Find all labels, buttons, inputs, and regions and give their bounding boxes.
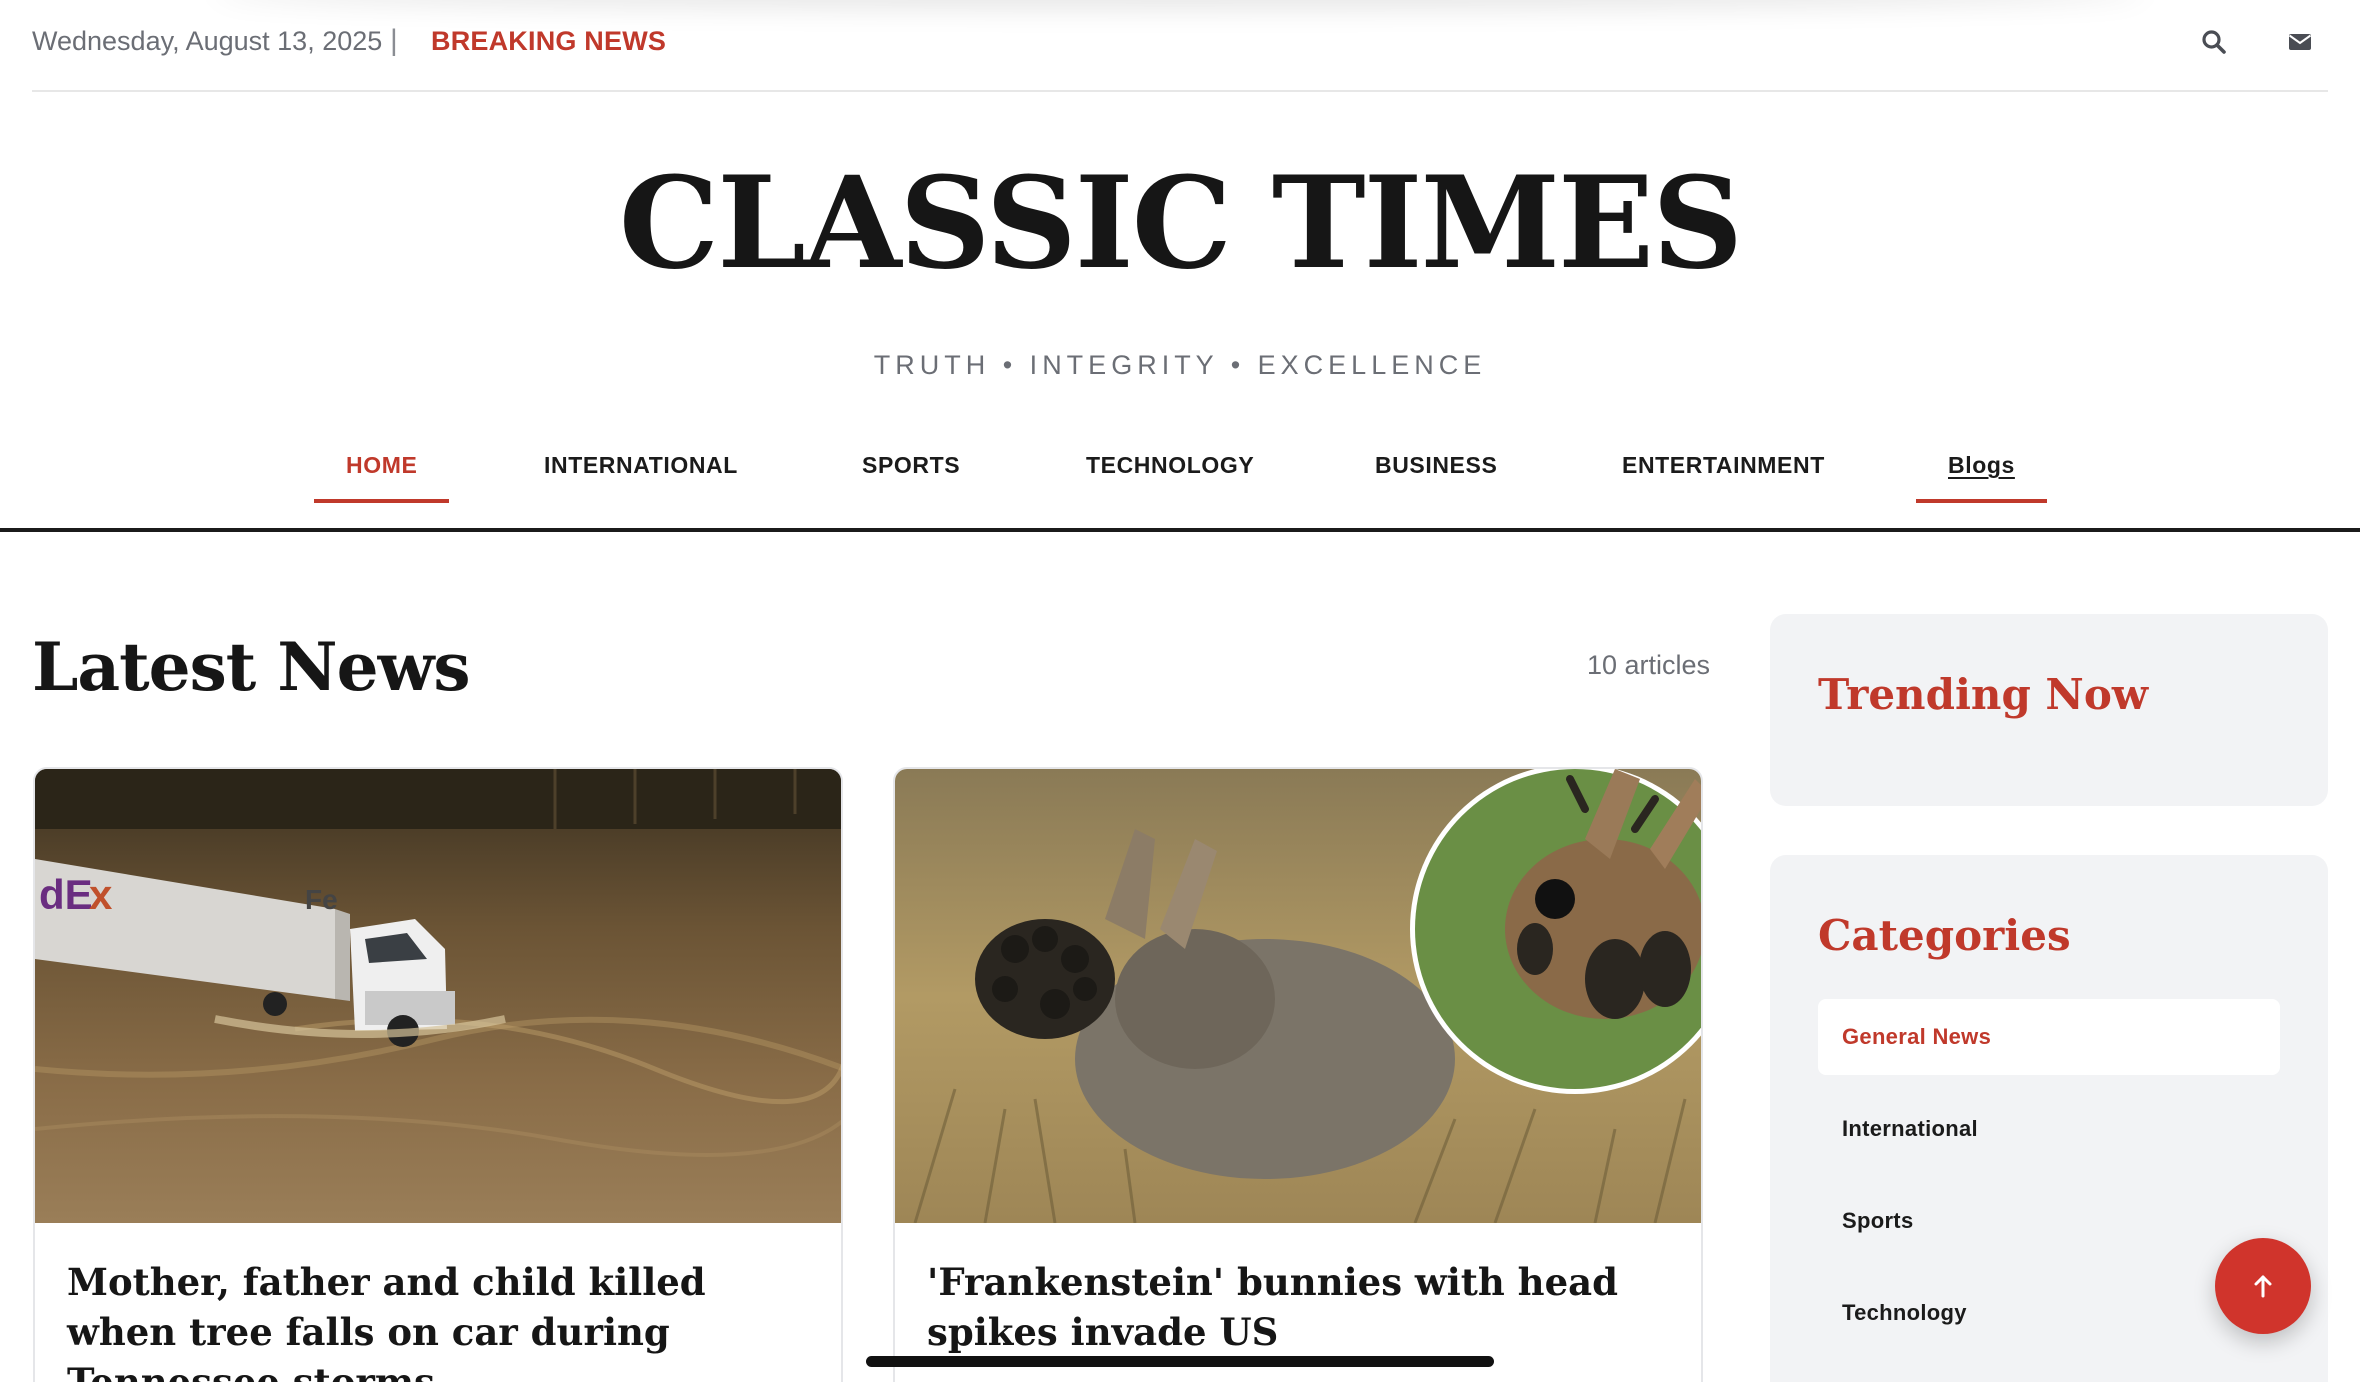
svg-text:x: x	[89, 871, 113, 918]
nav-label: TECHNOLOGY	[1086, 452, 1255, 478]
category-label: General News	[1842, 1024, 1992, 1049]
trending-heading: Trending Now	[1818, 670, 2148, 719]
main-nav: HOME INTERNATIONAL SPORTS TECHNOLOGY BUS…	[0, 440, 2360, 532]
trending-panel: Trending Now	[1770, 614, 2328, 806]
latest-news-heading: Latest News	[32, 628, 471, 706]
category-sports[interactable]: Sports	[1818, 1183, 2280, 1259]
nav-label: HOME	[346, 452, 418, 478]
nav-item-home[interactable]: HOME	[314, 452, 450, 503]
nav-label: INTERNATIONAL	[544, 452, 738, 478]
article-count: 10 articles	[1587, 650, 1711, 680]
nav-item-blogs[interactable]: Blogs	[1916, 452, 2047, 503]
article-card[interactable]: dE x Fe Mother, father and child killed …	[33, 767, 843, 1382]
home-indicator[interactable]	[866, 1356, 1494, 1367]
category-international[interactable]: International	[1818, 1091, 2280, 1167]
site-tagline: TRUTH • INTEGRITY • EXCELLENCE	[873, 350, 1487, 380]
breaking-news-link[interactable]: BREAKING NEWS	[431, 26, 666, 57]
nav-item-technology[interactable]: TECHNOLOGY	[1086, 452, 1254, 503]
nav-item-business[interactable]: BUSINESS	[1375, 452, 1497, 503]
top-bar-separator: |	[390, 24, 398, 57]
arrow-up-icon	[2254, 1275, 2272, 1298]
article-card[interactable]: 'Frankenstein' bunnies with head spikes …	[893, 767, 1703, 1382]
article-image-flood[interactable]: dE x Fe	[35, 769, 841, 1223]
category-label: Sports	[1842, 1208, 1914, 1233]
search-icon[interactable]	[2200, 28, 2228, 56]
category-label: Technology	[1842, 1300, 1967, 1325]
nav-item-international[interactable]: INTERNATIONAL	[544, 452, 738, 503]
nav-item-entertainment[interactable]: ENTERTAINMENT	[1622, 452, 1825, 503]
article-title[interactable]: Mother, father and child killed when tre…	[67, 1257, 801, 1382]
article-image-rabbit[interactable]	[895, 769, 1701, 1223]
mail-icon[interactable]	[2286, 28, 2314, 56]
svg-text:dE: dE	[39, 871, 93, 918]
nav-label: BUSINESS	[1375, 452, 1498, 478]
categories-heading: Categories	[1818, 911, 2071, 960]
active-underline	[314, 499, 450, 503]
current-date: Wednesday, August 13, 2025	[32, 26, 383, 56]
nav-label: SPORTS	[862, 452, 961, 478]
blogs-underline	[1916, 499, 2047, 503]
category-label: International	[1842, 1116, 1978, 1141]
site-logo-title[interactable]: CLASSIC TIMES	[0, 160, 2360, 286]
article-title[interactable]: 'Frankenstein' bunnies with head spikes …	[927, 1257, 1661, 1357]
category-technology[interactable]: Technology	[1818, 1275, 2280, 1351]
nav-item-sports[interactable]: SPORTS	[862, 452, 960, 503]
nav-label: Blogs	[1948, 452, 2015, 478]
top-bar: Wednesday, August 13, 2025 | BREAKING NE…	[32, 0, 2328, 92]
svg-text:Fe: Fe	[305, 884, 338, 915]
back-to-top-button[interactable]	[2215, 1238, 2311, 1334]
nav-label: ENTERTAINMENT	[1622, 452, 1825, 478]
category-general-news[interactable]: General News	[1818, 999, 2280, 1075]
